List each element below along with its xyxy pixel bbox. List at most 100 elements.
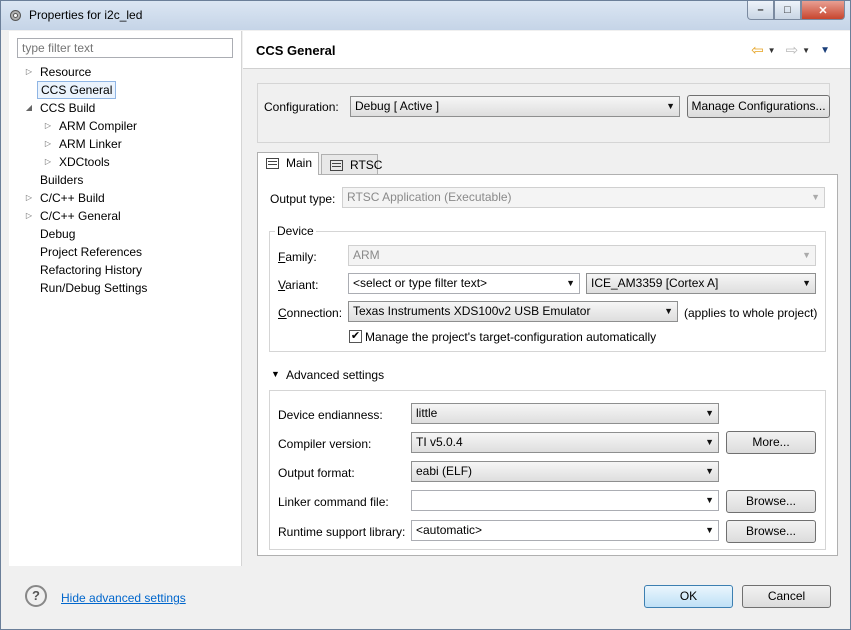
chevron-down-icon: ▼: [666, 101, 675, 111]
connection-value: Texas Instruments XDS100v2 USB Emulator: [353, 304, 591, 318]
variant-select[interactable]: ICE_AM3359 [Cortex A] ▼: [586, 273, 816, 294]
runtime-library-label: Runtime support library:: [278, 525, 406, 539]
tree-item-cpp-build[interactable]: ▷ C/C++ Build: [9, 189, 241, 207]
compiler-version-select[interactable]: TI v5.0.4 ▼: [411, 432, 719, 453]
tree-item-label: C/C++ Build: [40, 191, 105, 205]
browse-linker-button[interactable]: Browse...: [726, 490, 816, 513]
tree-item-label: Resource: [40, 65, 92, 79]
tree-item-arm-linker[interactable]: ▷ ARM Linker: [9, 135, 241, 153]
ok-button[interactable]: OK: [644, 585, 733, 608]
title-bar: Properties for i2c_led – □ ✕: [1, 1, 850, 30]
expand-icon[interactable]: ▷: [43, 117, 53, 135]
tree-item-project-references[interactable]: Project References: [9, 243, 241, 261]
tree-item-run-debug-settings[interactable]: Run/Debug Settings: [9, 279, 241, 297]
advanced-settings-toggle[interactable]: Advanced settings: [286, 368, 384, 382]
manage-configurations-button[interactable]: Manage Configurations...: [687, 95, 830, 118]
minimize-button[interactable]: –: [747, 1, 774, 20]
configuration-value: Debug [ Active ]: [355, 99, 440, 113]
variant-label: Variant:: [278, 278, 318, 292]
close-icon: ✕: [818, 4, 828, 17]
tree-item-builders[interactable]: Builders: [9, 171, 241, 189]
properties-icon: [10, 10, 21, 21]
tree-item-cpp-general[interactable]: ▷ C/C++ General: [9, 207, 241, 225]
output-format-select[interactable]: eabi (ELF) ▼: [411, 461, 719, 482]
family-select: ARM ▼: [348, 245, 816, 266]
chevron-down-icon: ▼: [566, 278, 575, 288]
minimize-icon: –: [757, 4, 764, 16]
family-value: ARM: [353, 248, 380, 262]
collapse-triangle-icon[interactable]: ▼: [271, 369, 280, 379]
close-button[interactable]: ✕: [801, 1, 845, 20]
configuration-label: Configuration:: [264, 100, 339, 114]
more-button[interactable]: More...: [726, 431, 816, 454]
page-header: CCS General ⇦ ▼ ⇨ ▼ ▼: [243, 31, 850, 69]
tree-item-label: CCS Build: [40, 101, 96, 115]
property-tree: ▷ Resource CCS General ◢ CCS Build ▷ ARM…: [9, 63, 241, 297]
chevron-down-icon: ▼: [802, 250, 811, 260]
tab-label: RTSC: [350, 158, 383, 172]
tab-page-icon: [266, 158, 279, 169]
help-icon[interactable]: ?: [25, 585, 47, 607]
expand-icon[interactable]: ▷: [24, 189, 34, 207]
output-type-value: RTSC Application (Executable): [347, 190, 512, 204]
tree-item-resource[interactable]: ▷ Resource: [9, 63, 241, 81]
navigation-pane: ▷ Resource CCS General ◢ CCS Build ▷ ARM…: [9, 31, 242, 566]
manage-target-config-label: Manage the project's target-configuratio…: [365, 330, 657, 344]
connection-select[interactable]: Texas Instruments XDS100v2 USB Emulator …: [348, 301, 678, 322]
expand-icon[interactable]: ▷: [43, 153, 53, 171]
hide-advanced-settings-link[interactable]: Hide advanced settings: [61, 591, 186, 605]
tree-item-debug[interactable]: Debug: [9, 225, 241, 243]
filter-input[interactable]: [17, 38, 233, 58]
tab-main[interactable]: Main: [257, 152, 319, 175]
runtime-library-combo[interactable]: <automatic> ▼: [411, 520, 719, 541]
tree-item-ccs-build[interactable]: ◢ CCS Build: [9, 99, 241, 117]
back-dropdown-icon[interactable]: ▼: [768, 46, 776, 55]
variant-filter-text: <select or type filter text>: [353, 276, 488, 290]
linker-command-file-combo[interactable]: ▼: [411, 490, 719, 511]
output-format-value: eabi (ELF): [416, 464, 473, 478]
tree-item-xdctools[interactable]: ▷ XDCtools: [9, 153, 241, 171]
connection-label: Connection:: [278, 306, 342, 320]
view-menu-icon[interactable]: ▼: [820, 45, 830, 56]
output-type-label: Output type:: [270, 192, 336, 206]
collapse-icon[interactable]: ◢: [24, 99, 34, 117]
configuration-select[interactable]: Debug [ Active ] ▼: [350, 96, 680, 117]
endianness-select[interactable]: little ▼: [411, 403, 719, 424]
compiler-version-value: TI v5.0.4: [416, 435, 463, 449]
tree-item-arm-compiler[interactable]: ▷ ARM Compiler: [9, 117, 241, 135]
endianness-value: little: [416, 406, 438, 420]
connection-label-text: onnection:: [286, 306, 343, 320]
expand-icon[interactable]: ▷: [24, 63, 34, 81]
expand-icon[interactable]: ▷: [43, 135, 53, 153]
tree-item-label: ARM Linker: [59, 137, 122, 151]
tree-item-label: Builders: [40, 173, 84, 187]
chevron-down-icon: ▼: [705, 525, 714, 535]
configuration-box: Configuration: Debug [ Active ] ▼ Manage…: [257, 83, 830, 143]
manage-target-config-checkbox[interactable]: ✔: [349, 330, 362, 343]
family-label-text: amily:: [285, 250, 317, 264]
expand-icon[interactable]: ▷: [24, 207, 34, 225]
window-title: Properties for i2c_led: [29, 8, 143, 22]
window-controls: – □ ✕: [747, 1, 845, 21]
chevron-down-icon: ▼: [802, 278, 811, 288]
output-format-label: Output format:: [278, 466, 355, 480]
tree-item-label: Debug: [40, 227, 76, 241]
tree-item-label: Project References: [40, 245, 143, 259]
tree-item-refactoring-history[interactable]: Refactoring History: [9, 261, 241, 279]
chevron-down-icon: ▼: [664, 306, 673, 316]
tree-item-label: Run/Debug Settings: [40, 281, 148, 295]
forward-dropdown-icon[interactable]: ▼: [802, 46, 810, 55]
forward-arrow-icon[interactable]: ⇨: [786, 41, 799, 59]
back-arrow-icon[interactable]: ⇦: [751, 41, 764, 59]
cancel-button[interactable]: Cancel: [742, 585, 831, 608]
maximize-button[interactable]: □: [774, 1, 801, 20]
page-title: CCS General: [256, 43, 336, 58]
tree-item-ccs-general[interactable]: CCS General: [9, 81, 241, 99]
tab-rtsc[interactable]: RTSC: [321, 154, 382, 176]
browse-runtime-button[interactable]: Browse...: [726, 520, 816, 543]
history-nav: ⇦ ▼ ⇨ ▼ ▼: [751, 41, 836, 59]
variant-filter-combo[interactable]: <select or type filter text> ▼: [348, 273, 580, 294]
tree-item-label: CCS General: [37, 81, 117, 99]
connection-note: (applies to whole project): [684, 306, 818, 320]
chevron-down-icon: ▼: [705, 437, 714, 447]
